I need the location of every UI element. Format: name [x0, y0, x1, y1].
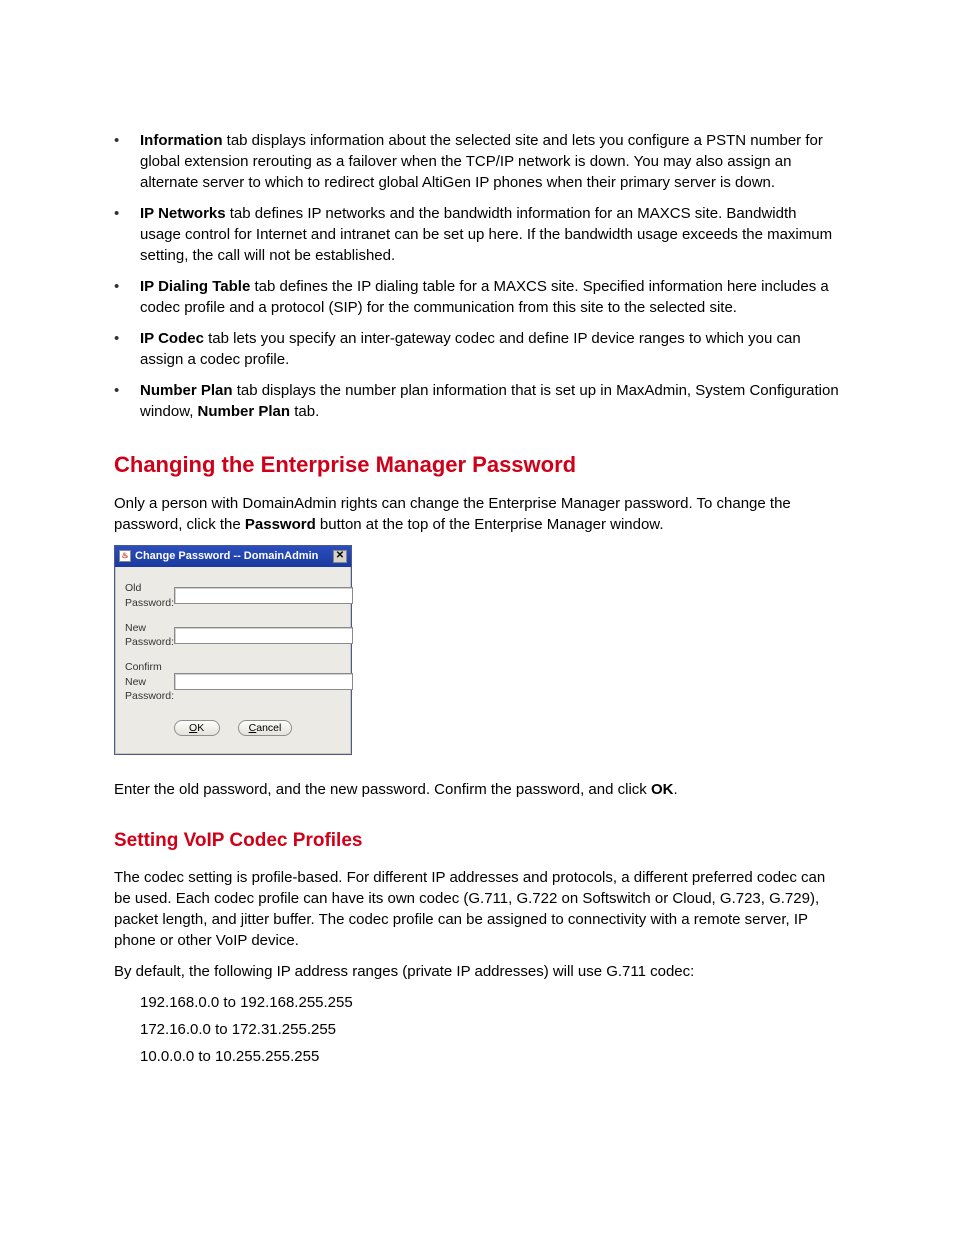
enter-password-paragraph: Enter the old password, and the new pass… [114, 779, 840, 800]
dialog-title-text: Change Password -- DomainAdmin [135, 549, 318, 564]
bullet-text: tab displays information about the selec… [140, 132, 823, 191]
dialog-titlebar: ♨ Change Password -- DomainAdmin ✕ [115, 546, 351, 567]
page-content: • Information tab displays information a… [114, 130, 840, 1073]
confirm-password-label: Confirm New Password: [125, 660, 174, 704]
bullet-bold: IP Networks [140, 205, 226, 222]
old-password-input[interactable] [174, 587, 353, 604]
java-icon: ♨ [119, 550, 131, 562]
para-text: Enter the old password, and the new pass… [114, 781, 651, 798]
bullet-item: • Information tab displays information a… [114, 130, 840, 193]
bullet-marker: • [114, 130, 140, 193]
ip-range-list: 192.168.0.0 to 192.168.255.255 172.16.0.… [140, 992, 840, 1067]
section-heading-password: Changing the Enterprise Manager Password [114, 450, 840, 481]
para-text-2: . [673, 781, 677, 798]
bullet-marker: • [114, 276, 140, 318]
bullet-item: • IP Codec tab lets you specify an inter… [114, 328, 840, 370]
ip-range-item: 10.0.0.0 to 10.255.255.255 [140, 1046, 840, 1067]
bullet-text-2: tab. [290, 403, 319, 420]
cancel-rest: ancel [256, 722, 281, 734]
ok-button[interactable]: OK [174, 720, 220, 736]
ip-range-item: 172.16.0.0 to 172.31.255.255 [140, 1019, 840, 1040]
old-password-label: Old Password: [125, 581, 174, 610]
bullet-item: • IP Dialing Table tab defines the IP di… [114, 276, 840, 318]
bullet-bold-2: Number Plan [198, 403, 291, 420]
bullet-bold: IP Dialing Table [140, 278, 250, 295]
para-text-2: button at the top of the Enterprise Mana… [316, 516, 664, 533]
bullet-item: • Number Plan tab displays the number pl… [114, 380, 840, 422]
bullet-text: tab defines IP networks and the bandwidt… [140, 205, 832, 264]
cancel-button[interactable]: Cancel [238, 720, 293, 736]
new-password-label: New Password: [125, 621, 174, 650]
bullet-text: tab lets you specify an inter-gateway co… [140, 330, 801, 368]
bullet-item: • IP Networks tab defines IP networks an… [114, 203, 840, 266]
confirm-password-input[interactable] [174, 673, 353, 690]
bullet-bold: Number Plan [140, 382, 233, 399]
ip-range-item: 192.168.0.0 to 192.168.255.255 [140, 992, 840, 1013]
bullet-marker: • [114, 380, 140, 422]
section-heading-codec: Setting VoIP Codec Profiles [114, 828, 840, 855]
para-bold: Password [245, 516, 316, 533]
password-paragraph: Only a person with DomainAdmin rights ca… [114, 493, 840, 535]
bullet-bold: IP Codec [140, 330, 204, 347]
new-password-input[interactable] [174, 627, 353, 644]
codec-paragraph-1: The codec setting is profile-based. For … [114, 867, 840, 951]
para-bold: OK [651, 781, 674, 798]
bullet-bold: Information [140, 132, 223, 149]
dialog-body: Old Password: New Password: Confirm New … [115, 567, 351, 754]
codec-paragraph-2: By default, the following IP address ran… [114, 961, 840, 982]
change-password-dialog: ♨ Change Password -- DomainAdmin ✕ Old P… [114, 545, 352, 755]
ok-rest: K [197, 722, 204, 734]
bullet-marker: • [114, 328, 140, 370]
close-icon[interactable]: ✕ [333, 550, 347, 563]
bullet-marker: • [114, 203, 140, 266]
